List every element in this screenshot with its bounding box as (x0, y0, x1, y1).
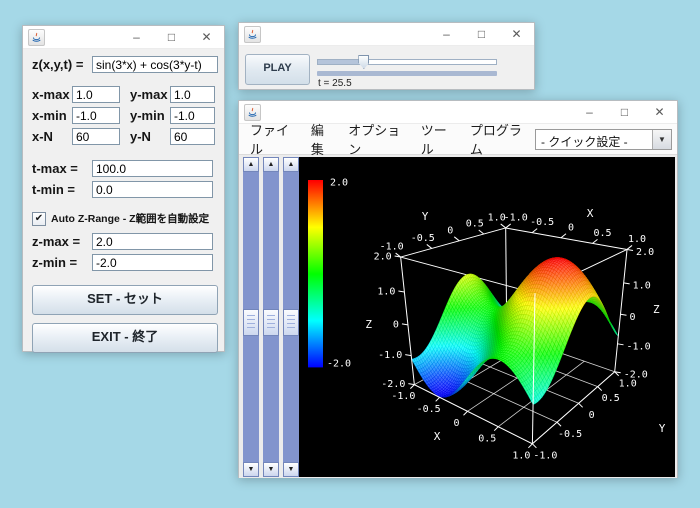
desktop: – □ ✕ z(x,y,t) = x-max y-max x-min y-min (0, 0, 700, 508)
x-n-label: x-N (32, 129, 72, 144)
x-min-label: x-min (32, 108, 72, 123)
menu-file[interactable]: ファイル (243, 120, 304, 158)
set-button[interactable]: SET - セット (32, 285, 218, 315)
minimize-button[interactable]: – (429, 23, 464, 45)
y-n-input[interactable] (170, 128, 215, 145)
chevron-down-icon[interactable]: ▼ (652, 130, 671, 149)
scroll-up-icon[interactable]: ▲ (283, 157, 299, 172)
close-button[interactable]: ✕ (189, 26, 224, 48)
scroll-down-icon[interactable]: ▼ (283, 462, 299, 477)
plot-window: – □ ✕ ファイル 編集 オプション ツール プログラム - クイック設定 -… (238, 100, 678, 478)
y-n-label: y-N (130, 129, 170, 144)
maximize-button[interactable]: □ (607, 101, 642, 123)
scrollbar-thumb[interactable] (243, 309, 259, 336)
t-min-input[interactable] (92, 181, 213, 198)
plot-canvas[interactable] (299, 157, 675, 477)
auto-z-checkbox[interactable]: ✔ (32, 212, 46, 226)
scrollbar-3: ▲ ▼ (283, 157, 299, 477)
scrollbar-2: ▲ ▼ (263, 157, 279, 477)
config-window: – □ ✕ z(x,y,t) = x-max y-max x-min y-min (22, 25, 225, 352)
t-max-label: t-max = (32, 161, 92, 176)
quick-settings-value: - クイック設定 - (536, 130, 652, 149)
formula-label: z(x,y,t) = (32, 57, 92, 72)
y-max-label: y-max (130, 87, 170, 102)
java-icon (244, 26, 261, 43)
menu-tools[interactable]: ツール (414, 120, 463, 158)
play-button[interactable]: PLAY (245, 54, 310, 85)
maximize-button[interactable]: □ (464, 23, 499, 45)
java-icon (244, 104, 261, 121)
t-slider[interactable] (317, 59, 497, 65)
y-max-input[interactable] (170, 86, 215, 103)
t-slider-thumb[interactable] (358, 55, 369, 69)
z-min-input[interactable] (92, 254, 213, 271)
t-max-input[interactable] (92, 160, 213, 177)
quick-settings-combo[interactable]: - クイック設定 - ▼ (535, 129, 672, 150)
scrollbar-1: ▲ ▼ (243, 157, 259, 477)
java-icon (28, 29, 45, 46)
z-max-label: z-max = (32, 234, 92, 249)
scroll-up-icon[interactable]: ▲ (243, 157, 259, 172)
auto-z-label: Auto Z-Range - Z範囲を自動設定 (51, 211, 209, 226)
t-progress-bar (317, 71, 497, 76)
y-min-label: y-min (130, 108, 170, 123)
config-titlebar: – □ ✕ (23, 26, 224, 49)
menu-edit[interactable]: 編集 (304, 120, 341, 158)
t-value-label: t = 25.5 (318, 78, 352, 89)
scrollbar-track[interactable] (263, 172, 279, 462)
menubar: ファイル 編集 オプション ツール プログラム - クイック設定 - ▼ (239, 124, 677, 155)
minimize-button[interactable]: – (572, 101, 607, 123)
t-min-label: t-min = (32, 182, 92, 197)
player-titlebar: – □ ✕ (239, 23, 534, 46)
scrollbar-thumb[interactable] (263, 309, 279, 336)
scrollbar-track[interactable] (283, 172, 299, 462)
scroll-up-icon[interactable]: ▲ (263, 157, 279, 172)
scrollbar-thumb[interactable] (283, 309, 299, 336)
close-button[interactable]: ✕ (642, 101, 677, 123)
x-max-input[interactable] (72, 86, 120, 103)
plot-body: ▲ ▼ ▲ ▼ ▲ ▼ (239, 155, 677, 478)
close-button[interactable]: ✕ (499, 23, 534, 45)
scroll-down-icon[interactable]: ▼ (243, 462, 259, 477)
minimize-button[interactable]: – (119, 26, 154, 48)
t-slider-fill (318, 60, 363, 64)
x-max-label: x-max (32, 87, 72, 102)
exit-button[interactable]: EXIT - 終了 (32, 323, 218, 353)
x-n-input[interactable] (72, 128, 120, 145)
scrollbar-track[interactable] (243, 172, 259, 462)
scroll-down-icon[interactable]: ▼ (263, 462, 279, 477)
y-min-input[interactable] (170, 107, 215, 124)
z-min-label: z-min = (32, 255, 92, 270)
z-max-input[interactable] (92, 233, 213, 250)
x-min-input[interactable] (72, 107, 120, 124)
maximize-button[interactable]: □ (154, 26, 189, 48)
menu-options[interactable]: オプション (341, 120, 414, 158)
player-window: – □ ✕ PLAY t = 25.5 (238, 22, 535, 90)
formula-input[interactable] (92, 56, 218, 73)
menu-program[interactable]: プログラム (463, 120, 535, 158)
